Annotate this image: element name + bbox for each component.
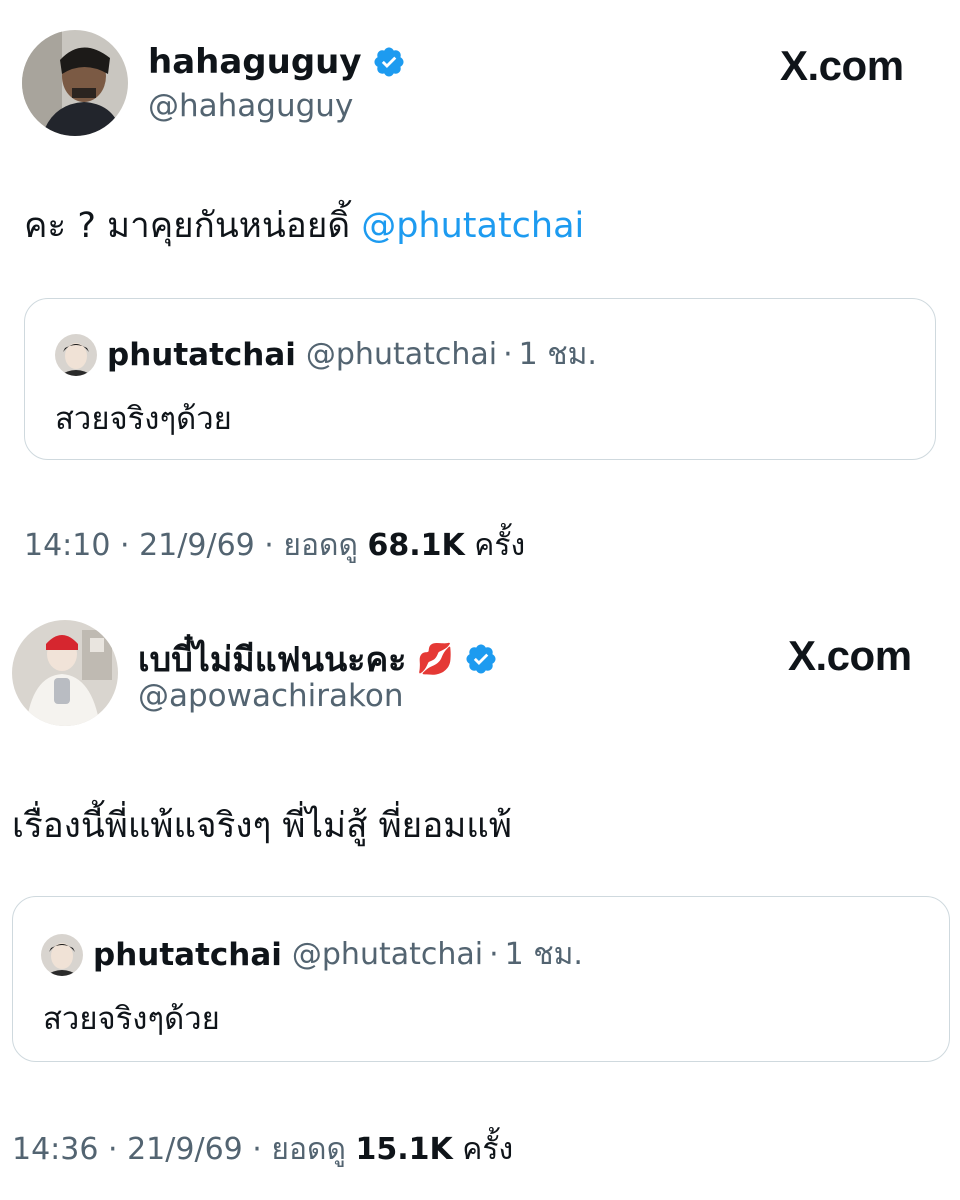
tweet-card-1[interactable]: hahaguguy @hahaguguy X.com คะ ? มาคุยกัน… [0,0,960,590]
views-suffix-2: ครั้ง [462,1132,514,1167]
tweet-text: คะ ? มาคุยกันหน่อยดิ้ @phutatchai [24,198,584,253]
mention-link[interactable]: @phutatchai [361,206,584,246]
quoted-time: 1 ชม. [518,337,597,372]
verified-badge-icon [466,644,496,674]
quoted-display-name-2[interactable]: phutatchai [93,937,282,973]
views-label-2: ยอดดู [271,1132,346,1167]
quoted-avatar[interactable] [55,333,97,376]
views-label: ยอดดู [283,528,358,563]
views-count-2: 15.1K [355,1132,453,1167]
tweet-text-2: เรื่องนี้พี่แพ้แจริงๆ พี่ไม่สู้ พี่ยอมแพ… [12,806,512,846]
quoted-avatar-2[interactable] [41,933,83,976]
avatar-hahaguguy[interactable] [22,30,128,136]
user-handle[interactable]: @hahaguguy [148,88,353,124]
tweet-date[interactable]: 21/9/69 [139,528,255,563]
quoted-handle-2[interactable]: @phutatchai [292,937,483,972]
kiss-lips-icon: 💋 [416,641,454,677]
quoted-display-name[interactable]: phutatchai [107,337,296,373]
quoted-tweet-header-2: phutatchai @phutatchai · 1 ชม. [41,931,583,978]
display-name[interactable]: hahaguguy [148,42,362,82]
tweet-text-main: คะ ? มาคุยกันหน่อยดิ้ [24,206,362,246]
tweet-meta-2: 14:36 · 21/9/69 · ยอดดู 15.1K ครั้ง [12,1132,514,1167]
tweet-card-2[interactable]: เบบี๋ไม่มีแฟนนะคะ 💋 @apowachirakon X.com… [0,600,960,1200]
quoted-text: สวยจริงๆด้วย [55,401,232,437]
tweet-meta: 14:10 · 21/9/69 · ยอดดู 68.1K ครั้ง [24,528,526,563]
user-handle-2[interactable]: @apowachirakon [138,678,404,714]
quoted-tweet-2[interactable]: phutatchai @phutatchai · 1 ชม. สวยจริงๆด… [12,896,950,1062]
tweet-date-2[interactable]: 21/9/69 [127,1132,243,1167]
x-com-logo-text: X.com [780,42,904,89]
quoted-time-2: 1 ชม. [504,937,583,972]
views-suffix: ครั้ง [474,528,526,563]
name-row: hahaguguy [148,42,406,82]
quoted-tweet-header: phutatchai @phutatchai · 1 ชม. [55,331,597,378]
x-com-logo-text-2: X.com [788,632,912,679]
quoted-handle[interactable]: @phutatchai [306,337,497,372]
avatar-apowachirakon[interactable] [12,620,118,726]
views-count: 68.1K [367,528,465,563]
quoted-text-2: สวยจริงๆด้วย [43,1001,220,1037]
quoted-separator: · [503,337,513,372]
quoted-separator-2: · [489,937,499,972]
x-com-logo-2: X.com [788,632,912,680]
tweet-time[interactable]: 14:10 [24,528,110,563]
verified-badge-icon [374,47,404,77]
x-com-logo: X.com [780,42,904,90]
tweet-time-2[interactable]: 14:36 [12,1132,98,1167]
quoted-tweet[interactable]: phutatchai @phutatchai · 1 ชม. สวยจริงๆด… [24,298,936,460]
